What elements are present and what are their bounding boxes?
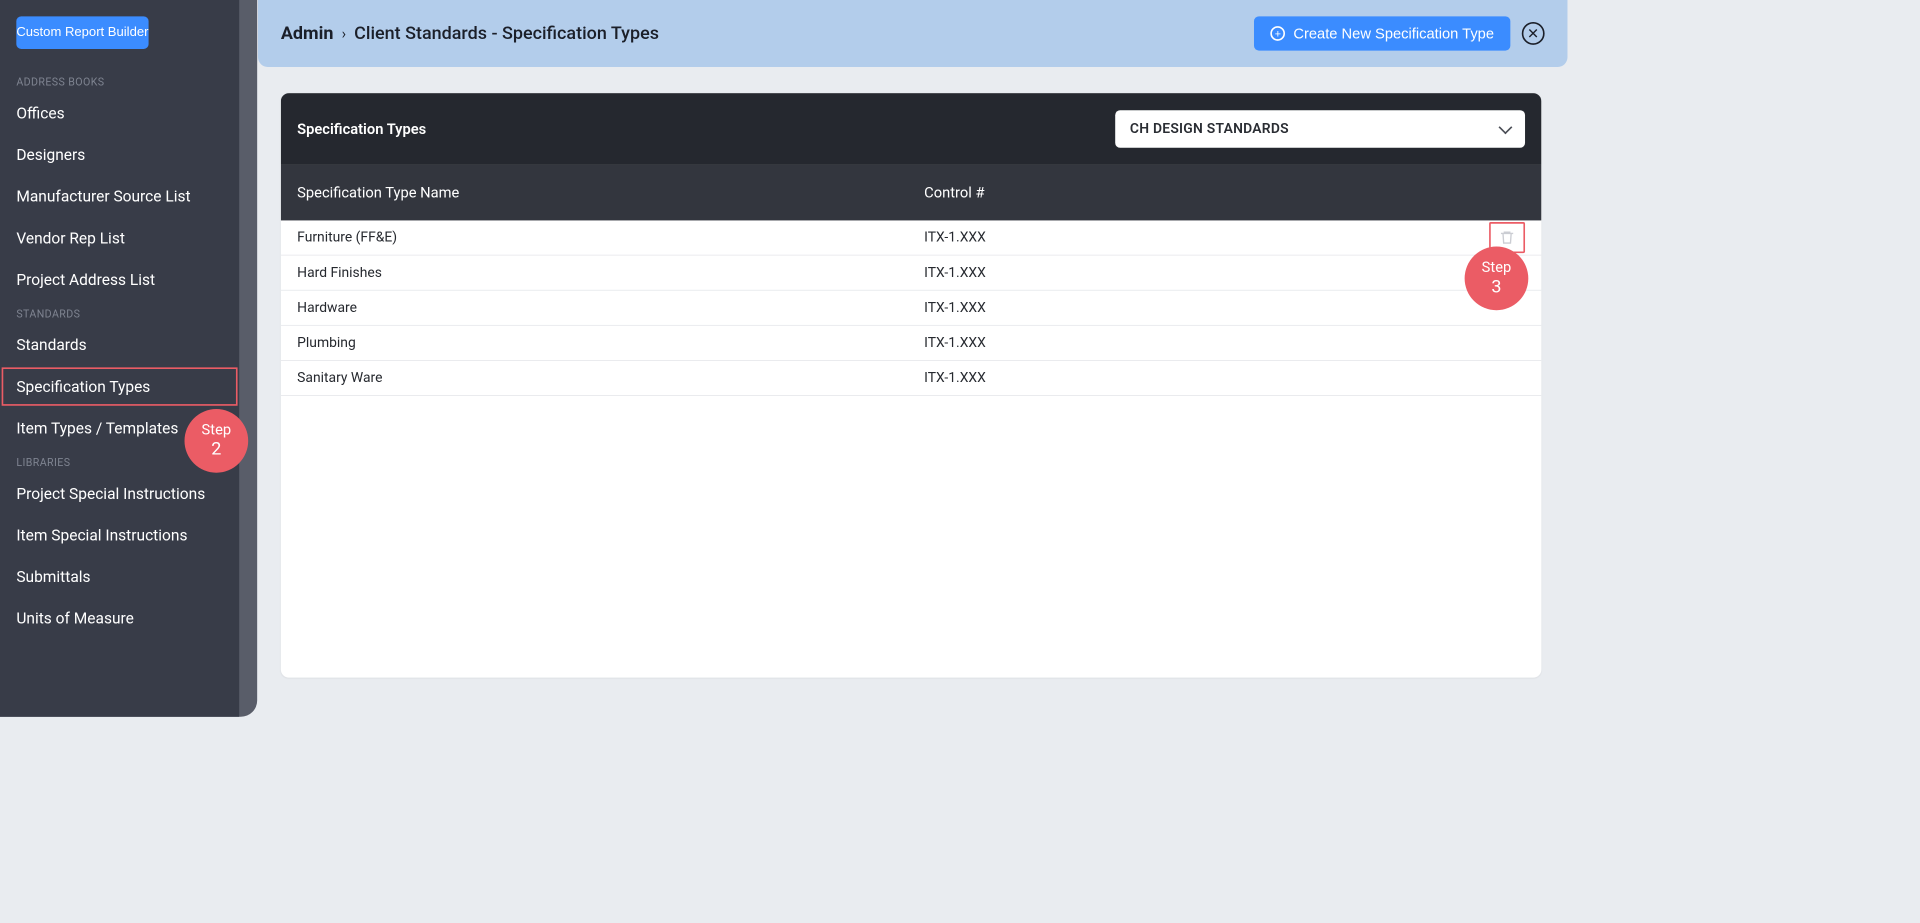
chevron-down-icon [1499, 120, 1513, 134]
breadcrumb-page: Client Standards - Specification Types [354, 23, 659, 43]
step-label: Step [1482, 259, 1512, 277]
specification-types-panel: Specification Types CH DESIGN STANDARDS … [281, 93, 1542, 678]
standards-dropdown[interactable]: CH DESIGN STANDARDS [1115, 110, 1525, 148]
trash-icon [1499, 229, 1515, 245]
cell-name: Plumbing [297, 335, 924, 351]
sidebar-item-vendor-rep-list[interactable]: Vendor Rep List [0, 217, 239, 259]
step-label: Step [202, 421, 232, 439]
cell-control: ITX-1.XXX [924, 300, 1430, 316]
page-header: Admin › Client Standards - Specification… [258, 0, 1568, 67]
sidebar-item-units-of-measure[interactable]: Units of Measure [0, 598, 239, 640]
breadcrumb-root[interactable]: Admin [281, 23, 334, 43]
annotation-step-3: Step 3 [1465, 247, 1529, 311]
panel-header: Specification Types CH DESIGN STANDARDS [281, 93, 1542, 165]
cell-name: Hard Finishes [297, 265, 924, 281]
close-icon[interactable]: ✕ [1522, 22, 1545, 45]
cell-name: Sanitary Ware [297, 370, 924, 386]
sidebar-item-specification-types[interactable]: Specification Types [0, 366, 239, 408]
sidebar-item-submittals[interactable]: Submittals [0, 556, 239, 598]
sidebar-section-address-books: ADDRESS BOOKS [0, 69, 239, 93]
standards-dropdown-value: CH DESIGN STANDARDS [1130, 121, 1289, 137]
panel-title: Specification Types [297, 120, 426, 137]
sidebar-item-project-address-list[interactable]: Project Address List [0, 259, 239, 301]
sidebar-section-standards: STANDARDS [0, 300, 239, 324]
sidebar-item-project-special-instructions[interactable]: Project Special Instructions [0, 473, 239, 515]
table-row[interactable]: Sanitary Ware ITX-1.XXX [281, 361, 1542, 396]
cell-control: ITX-1.XXX [924, 229, 1430, 245]
table-row[interactable]: Plumbing ITX-1.XXX [281, 326, 1542, 361]
breadcrumb: Admin › Client Standards - Specification… [281, 23, 659, 43]
column-control: Control # [924, 184, 1430, 201]
cell-name: Hardware [297, 300, 924, 316]
sidebar-item-standards[interactable]: Standards [0, 324, 239, 366]
step-number: 3 [1491, 276, 1501, 298]
sidebar: Custom Report Builder ADDRESS BOOKS Offi… [0, 0, 239, 717]
cell-control: ITX-1.XXX [924, 370, 1430, 386]
chevron-right-icon: › [342, 25, 346, 42]
sidebar-item-designers[interactable]: Designers [0, 134, 239, 176]
custom-report-builder-button[interactable]: Custom Report Builder [16, 16, 148, 49]
sidebar-item-item-special-instructions[interactable]: Item Special Instructions [0, 514, 239, 556]
cell-control: ITX-1.XXX [924, 265, 1430, 281]
table-header: Specification Type Name Control # [281, 165, 1542, 221]
cell-control: ITX-1.XXX [924, 335, 1430, 351]
table-row[interactable]: Hard Finishes ITX-1.XXX [281, 256, 1542, 291]
plus-circle-icon: + [1270, 26, 1285, 41]
table-row[interactable]: Hardware ITX-1.XXX [281, 291, 1542, 326]
create-button-label: Create New Specification Type [1293, 25, 1494, 42]
table-row[interactable]: Furniture (FF&E) ITX-1.XXX [281, 220, 1542, 255]
create-specification-type-button[interactable]: + Create New Specification Type [1254, 16, 1510, 50]
annotation-step-2: Step 2 [185, 409, 249, 473]
cell-name: Furniture (FF&E) [297, 229, 924, 245]
step-number: 2 [211, 439, 221, 461]
sidebar-item-offices[interactable]: Offices [0, 92, 239, 134]
column-name: Specification Type Name [297, 184, 924, 201]
sidebar-item-manufacturer-source-list[interactable]: Manufacturer Source List [0, 176, 239, 218]
